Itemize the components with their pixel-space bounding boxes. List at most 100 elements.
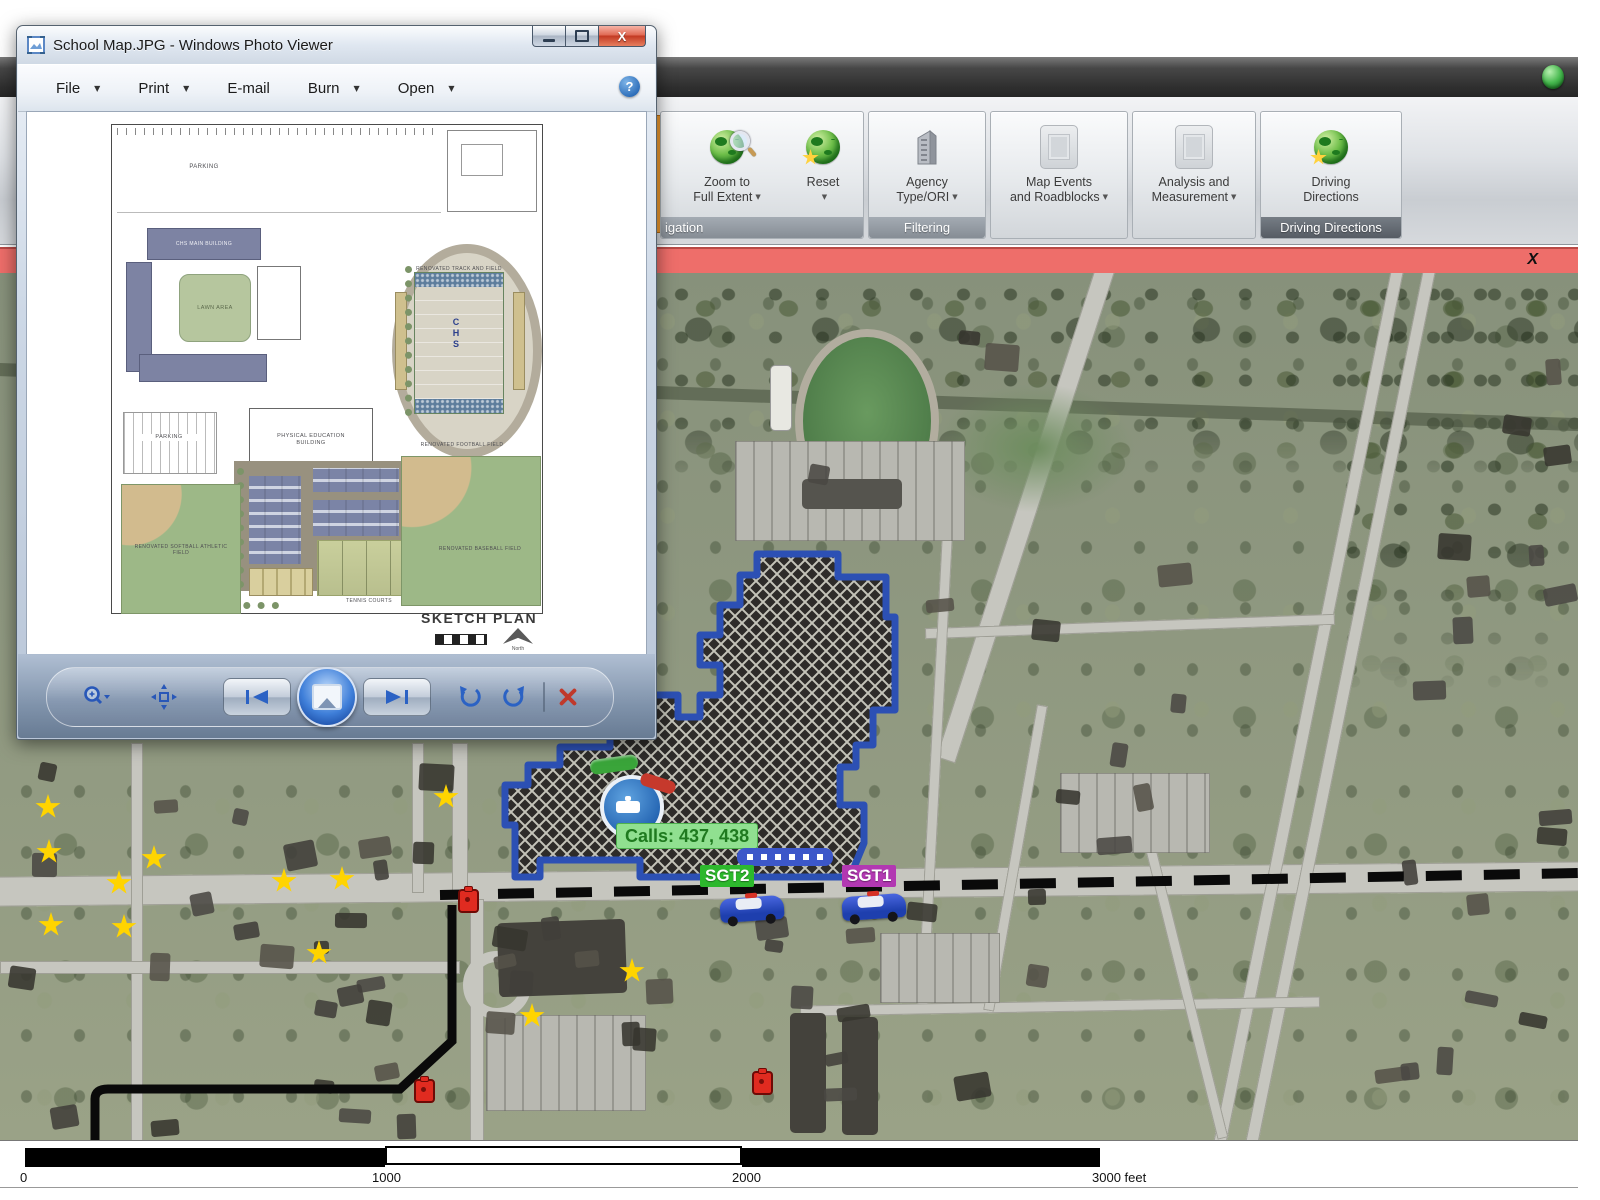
agency-type-ori-button[interactable]: Agency Type/ORI▼ [875,117,979,214]
button-label: Agency [906,175,948,189]
hydrant-icon[interactable] [752,1071,773,1095]
menu-bar: File▼ Print▼ E-mail Burn▼ Open▼ [18,64,655,112]
button-label: Reset [807,175,840,189]
reset-button[interactable]: Reset ▼ [791,117,855,214]
scale-tick: 2000 [732,1170,761,1185]
scale-tick: 3000 feet [1092,1170,1146,1185]
button-label: and Roadblocks [1010,190,1100,204]
unit-label-sgt1[interactable]: SGT1 [842,865,896,887]
dropdown-caret-icon: ▼ [822,190,827,205]
street-callout-label[interactable] [737,848,833,866]
ribbon-group-driving-directions: Driving Directions Driving Directions [1260,111,1402,239]
menu-file[interactable]: File▼ [56,80,100,97]
ribbon-group-filtering: Agency Type/ORI▼ Filtering [868,111,986,239]
school-sketch-plan-image: PARKING CHS MAIN BUILDING LAWN AREA RENO… [99,116,557,648]
plan-label: LAWN AREA [197,305,233,312]
minimize-icon [543,39,555,42]
button-label: Type/ORI [896,190,949,204]
close-icon: X [618,29,627,44]
screen: Zoom to Full Extent▼ Reset ▼ igation [0,0,1600,1200]
scale-tick: 0 [20,1170,27,1185]
rotate-clockwise-icon [501,684,527,710]
parking-area [123,412,217,474]
menu-burn[interactable]: Burn▼ [308,80,360,97]
hydrant-icon[interactable] [414,1079,435,1103]
dropdown-caret-icon: ▼ [1103,190,1108,205]
scale-tick: 1000 [372,1170,401,1185]
button-label: Analysis and [1159,175,1230,189]
north-label: North [503,646,533,652]
scale-segment [385,1146,742,1165]
field-code-label: CHS [451,317,461,350]
delete-button[interactable] [555,684,581,710]
globe-star-icon [806,130,840,164]
previous-button[interactable] [223,678,291,716]
tree-row [405,266,412,416]
plan-label: PHYSICAL EDUCATION BUILDING [266,433,356,447]
grandstand [513,292,525,390]
dropdown-caret-icon: ▼ [448,84,454,93]
next-button[interactable] [363,678,431,716]
photo-viewer-app-icon [27,36,45,54]
hydrant-icon[interactable] [458,889,479,913]
modular-units [313,468,399,492]
ribbon-panel-analysis: Analysis and Measurement▼ [1132,111,1256,239]
football-field: CHS [414,272,504,414]
rotate-counterclockwise-button[interactable] [457,684,483,710]
globe-magnifier-icon [710,130,744,164]
building-outline [461,144,503,176]
minimize-button[interactable] [532,26,566,47]
plan-label: PARKING [137,434,201,441]
rotate-clockwise-button[interactable] [501,684,527,710]
photo-content-area[interactable]: PARKING CHS MAIN BUILDING LAWN AREA RENO… [26,111,647,655]
map-events-and-roadblocks-button[interactable]: Map Events and Roadblocks▼ [995,117,1123,214]
modular-units [249,568,313,596]
alert-close-icon[interactable]: X [1527,251,1538,269]
help-icon[interactable]: ? [619,76,640,97]
police-car-icon[interactable] [719,895,785,923]
ribbon-group-label: igation [661,217,863,238]
main-building: CHS MAIN BUILDING [147,228,261,260]
slideshow-button[interactable] [297,667,357,727]
window-title-bar[interactable]: School Map.JPG - Windows Photo Viewer X [17,26,656,64]
ribbon-panel-map-events: Map Events and Roadblocks▼ [990,111,1128,239]
maximize-button[interactable] [566,26,598,47]
ribbon-group-label: Driving Directions [1261,217,1401,238]
modular-units [249,476,301,564]
police-car-icon[interactable] [841,893,907,921]
dropdown-caret-icon: ▼ [354,84,360,93]
route-dashed-line [440,873,1578,895]
unit-label-sgt2[interactable]: SGT2 [700,865,754,887]
lawn-area: LAWN AREA [179,274,251,342]
previous-icon [244,688,270,706]
analysis-and-measurement-button[interactable]: Analysis and Measurement▼ [1137,117,1251,214]
button-label: Measurement [1152,190,1228,204]
route-solid-line [95,905,452,1140]
parking-area [117,128,441,213]
ribbon-group-navigation: Zoom to Full Extent▼ Reset ▼ igation [660,111,864,239]
menu-open[interactable]: Open▼ [398,80,455,97]
button-label: Directions [1303,190,1359,204]
agency-building-icon [912,128,942,166]
close-button[interactable]: X [598,26,646,47]
viewer-toolbar [18,654,655,738]
rotate-counterclockwise-icon [457,684,483,710]
plan-scale-glyph [435,634,487,645]
placeholder-icon [1175,125,1213,169]
zoom-to-full-extent-button[interactable]: Zoom to Full Extent▼ [667,117,787,214]
plan-label: PARKING [169,164,239,172]
button-label: Full Extent [693,190,752,204]
modular-units [313,500,399,536]
driving-directions-button[interactable]: Driving Directions [1267,117,1395,214]
actual-size-button[interactable] [151,684,177,710]
menu-print[interactable]: Print▼ [138,80,189,97]
button-label: Map Events [1026,175,1092,189]
window-title: School Map.JPG - Windows Photo Viewer [53,37,333,54]
status-orb-icon [1542,65,1564,89]
menu-email[interactable]: E-mail [227,80,270,97]
zoom-button[interactable] [81,684,111,710]
plan-label: RENOVATED BASEBALL FIELD [425,546,535,552]
button-label: Zoom to [704,175,750,189]
plan-label: RENOVATED SOFTBALL ATHLETIC FIELD [129,544,233,557]
calls-label[interactable]: Calls: 437, 438 [616,823,758,849]
